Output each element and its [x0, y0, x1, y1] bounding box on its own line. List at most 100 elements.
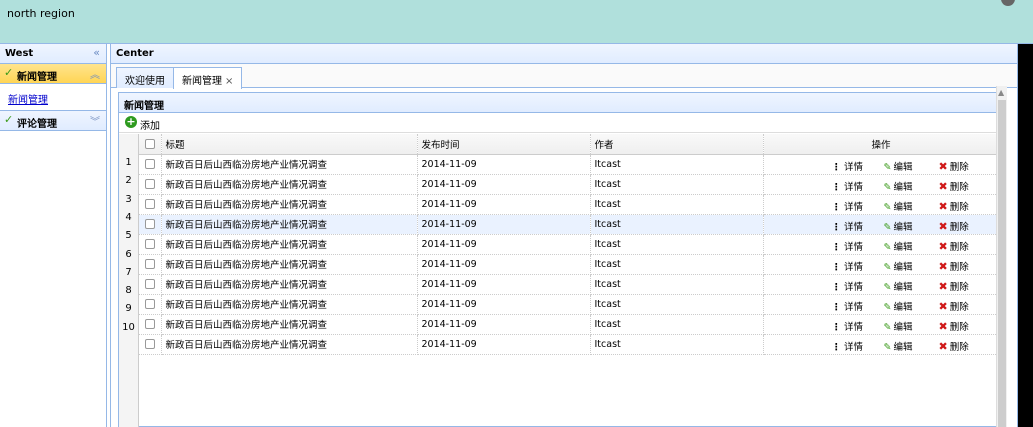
delete-button[interactable]: ✖ 删除: [939, 319, 969, 333]
detail-button[interactable]: ⋮ 详情: [832, 239, 864, 253]
add-circle-icon[interactable]: +: [125, 116, 137, 128]
table-row[interactable]: 新政百日后山西临汾房地产业情况调查 2014-11-09 Itcast ⋮ 详情 ✎ 编辑 ✖…: [139, 254, 1000, 275]
delete-button[interactable]: ✖ 删除: [939, 219, 969, 233]
detail-button[interactable]: ⋮ 详情: [832, 339, 864, 353]
grid-toolbar: + 添加: [119, 113, 1000, 133]
table-row[interactable]: 新政百日后山西临汾房地产业情况调查 2014-11-09 Itcast ⋮ 详情 ✎ 编辑 ✖…: [139, 334, 1000, 355]
row-checkbox[interactable]: [144, 299, 155, 309]
detail-button[interactable]: ⋮ 详情: [832, 279, 864, 293]
delete-button[interactable]: ✖ 删除: [939, 299, 969, 313]
column-header-title[interactable]: 标题: [161, 134, 418, 155]
row-select-cell[interactable]: [139, 314, 162, 335]
cell-date: 2014-11-09: [417, 314, 591, 335]
edit-button[interactable]: ✎ 编辑: [884, 299, 913, 313]
delete-label: 删除: [949, 241, 969, 253]
detail-button[interactable]: ⋮ 详情: [832, 319, 864, 333]
delete-button[interactable]: ✖ 删除: [939, 259, 969, 273]
close-icon[interactable]: ×: [225, 76, 233, 87]
table-row[interactable]: 新政百日后山西临汾房地产业情况调查 2014-11-09 Itcast ⋮ 详情 ✎ 编辑 ✖…: [139, 234, 1000, 255]
vertical-scrollbar[interactable]: ▲: [996, 86, 1007, 427]
dots-vertical-icon: ⋮: [831, 161, 842, 173]
detail-label: 详情: [844, 181, 864, 193]
add-button[interactable]: 添加: [140, 117, 160, 132]
row-select-cell[interactable]: [139, 174, 162, 195]
table-row[interactable]: 新政百日后山西临汾房地产业情况调查 2014-11-09 Itcast ⋮ 详情 ✎ 编辑 ✖…: [139, 274, 1000, 295]
table-row[interactable]: 新政百日后山西临汾房地产业情况调查 2014-11-09 Itcast ⋮ 详情 ✎ 编辑 ✖…: [139, 294, 1000, 315]
edit-label: 编辑: [893, 341, 913, 353]
detail-label: 详情: [844, 241, 864, 253]
row-checkbox[interactable]: [144, 259, 155, 269]
delete-button[interactable]: ✖ 删除: [939, 279, 969, 293]
edit-button[interactable]: ✎ 编辑: [884, 259, 913, 273]
edit-button[interactable]: ✎ 编辑: [884, 339, 913, 353]
delete-button[interactable]: ✖ 删除: [939, 179, 969, 193]
table-row[interactable]: 新政百日后山西临汾房地产业情况调查 2014-11-09 Itcast ⋮ 详情 ✎ 编辑 ✖…: [139, 314, 1000, 335]
row-checkbox[interactable]: [144, 239, 155, 249]
table-row[interactable]: 新政百日后山西临汾房地产业情况调查 2014-11-09 Itcast ⋮ 详情 ✎ 编辑 ✖…: [139, 154, 1000, 175]
detail-button[interactable]: ⋮ 详情: [832, 299, 864, 313]
edit-button[interactable]: ✎ 编辑: [884, 279, 913, 293]
cell-date: 2014-11-09: [417, 254, 591, 275]
detail-button[interactable]: ⋮ 详情: [832, 199, 864, 213]
row-select-cell[interactable]: [139, 274, 162, 295]
row-checkbox[interactable]: [144, 339, 155, 349]
cell-actions: ⋮ 详情 ✎ 编辑 ✖ 删除: [763, 154, 1000, 175]
table-row[interactable]: 新政百日后山西临汾房地产业情况调查 2014-11-09 Itcast ⋮ 详情 ✎ 编辑 ✖…: [139, 194, 1000, 215]
table-row[interactable]: 新政百日后山西临汾房地产业情况调查 2014-11-09 Itcast ⋮ 详情 ✎ 编辑 ✖…: [139, 214, 1000, 235]
edit-button[interactable]: ✎ 编辑: [884, 179, 913, 193]
scroll-up-icon[interactable]: ▲: [998, 88, 1004, 97]
table-row[interactable]: 新政百日后山西临汾房地产业情况调查 2014-11-09 Itcast ⋮ 详情 ✎ 编辑 ✖…: [139, 174, 1000, 195]
row-checkbox[interactable]: [144, 199, 155, 209]
accordion-news[interactable]: ✓ 新闻管理 ︽: [0, 64, 106, 84]
edit-label: 编辑: [893, 181, 913, 193]
tab-news[interactable]: 新闻管理 ×: [173, 67, 243, 89]
delete-button[interactable]: ✖ 删除: [939, 159, 969, 173]
detail-button[interactable]: ⋮ 详情: [832, 159, 864, 173]
row-select-cell[interactable]: [139, 334, 162, 355]
edit-button[interactable]: ✎ 编辑: [884, 239, 913, 253]
edit-button[interactable]: ✎ 编辑: [884, 319, 913, 333]
detail-button[interactable]: ⋮ 详情: [832, 219, 864, 233]
news-table: 标题 发布时间 作者 操作 新政百日后山西临汾房地产业情况调查 2014-11-0…: [139, 134, 1000, 355]
cell-date: 2014-11-09: [417, 154, 591, 175]
collapse-left-icon[interactable]: «: [93, 46, 100, 59]
row-select-cell[interactable]: [139, 194, 162, 215]
dots-vertical-icon: ⋮: [831, 341, 842, 353]
detail-button[interactable]: ⋮ 详情: [832, 259, 864, 273]
chevron-down-icon[interactable]: ︾: [90, 113, 100, 128]
column-header-date[interactable]: 发布时间: [417, 134, 591, 155]
row-checkbox[interactable]: [144, 159, 155, 169]
scrollbar-thumb[interactable]: [998, 100, 1006, 427]
row-select-cell[interactable]: [139, 154, 162, 175]
row-checkbox[interactable]: [144, 219, 155, 229]
delete-button[interactable]: ✖ 删除: [939, 239, 969, 253]
row-checkbox[interactable]: [144, 319, 155, 329]
accordion-comments[interactable]: ✓ 评论管理 ︾: [0, 111, 106, 131]
link-news-management[interactable]: 新闻管理: [8, 91, 48, 106]
row-checkbox[interactable]: [144, 279, 155, 289]
row-checkbox[interactable]: [144, 179, 155, 189]
select-all-header[interactable]: [139, 134, 162, 155]
edit-button[interactable]: ✎ 编辑: [884, 199, 913, 213]
cell-date: 2014-11-09: [417, 194, 591, 215]
delete-x-icon: ✖: [938, 239, 948, 253]
edit-button[interactable]: ✎ 编辑: [884, 159, 913, 173]
row-select-cell[interactable]: [139, 214, 162, 235]
tab-welcome[interactable]: 欢迎使用: [116, 67, 174, 88]
row-select-cell[interactable]: [139, 254, 162, 275]
row-select-cell[interactable]: [139, 294, 162, 315]
pencil-icon: ✎: [883, 161, 892, 173]
chevron-up-icon[interactable]: ︽: [90, 66, 100, 81]
delete-button[interactable]: ✖ 删除: [939, 199, 969, 213]
edit-button[interactable]: ✎ 编辑: [884, 219, 913, 233]
select-all-checkbox[interactable]: [144, 138, 155, 149]
column-header-author[interactable]: 作者: [590, 134, 764, 155]
detail-label: 详情: [844, 201, 864, 213]
news-datagrid: 新闻管理 + 添加 1 2 3 4 5 6 7 8 9 10 标题 发布时间 作者 操作 新政百日…: [118, 92, 1001, 427]
delete-button[interactable]: ✖ 删除: [939, 339, 969, 353]
cell-actions: ⋮ 详情 ✎ 编辑 ✖ 删除: [763, 254, 1000, 275]
row-select-cell[interactable]: [139, 234, 162, 255]
detail-button[interactable]: ⋮ 详情: [832, 179, 864, 193]
dots-vertical-icon: ⋮: [831, 181, 842, 193]
check-icon: ✓: [4, 66, 14, 79]
